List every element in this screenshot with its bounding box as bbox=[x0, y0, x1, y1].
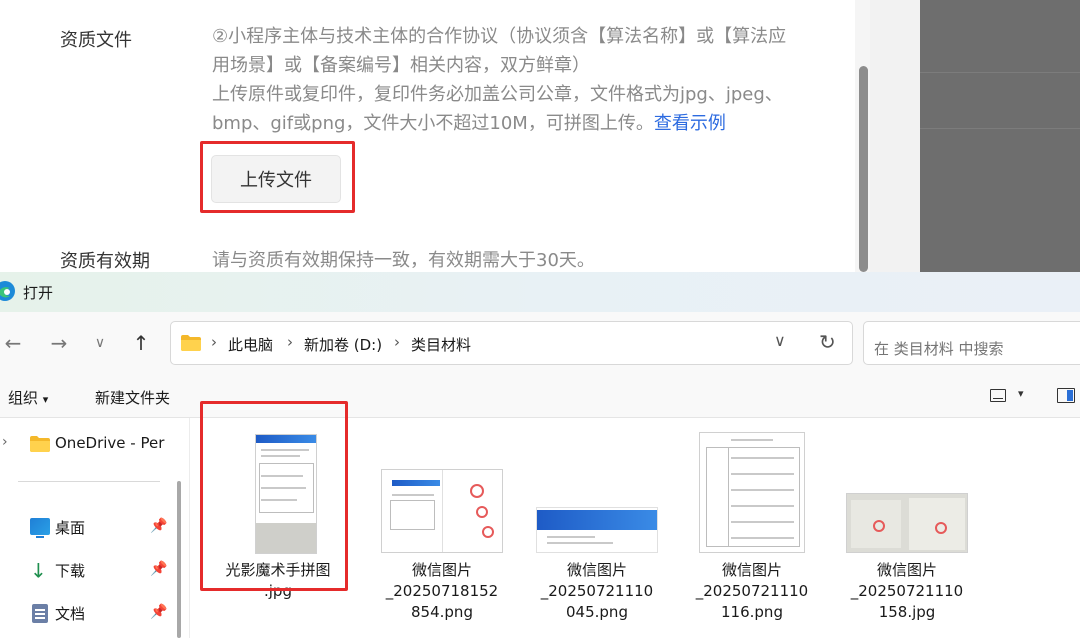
address-dropdown-chevron-icon[interactable]: ∨ bbox=[774, 331, 786, 350]
file-list: 光影魔术手拼图 .jpg 微信图片 _20250718152 854.png 微… bbox=[190, 401, 1080, 638]
file-name: 微信图片 _20250721110 158.jpg bbox=[850, 561, 964, 621]
address-bar[interactable]: › 此电脑 › 新加卷 (D:) › 类目材料 ∨ ↻ bbox=[170, 321, 853, 365]
breadcrumb-drive-d[interactable]: 新加卷 (D:) bbox=[304, 334, 382, 355]
pin-icon[interactable]: 📌 bbox=[150, 604, 167, 620]
pin-icon[interactable]: 📌 bbox=[150, 561, 167, 577]
back-arrow-icon[interactable]: ← bbox=[0, 330, 26, 356]
file-name: 微信图片 _20250718152 854.png bbox=[385, 561, 499, 621]
nav-item-label: 下载 bbox=[55, 562, 86, 580]
download-icon: ↑ bbox=[30, 558, 47, 582]
file-thumbnail bbox=[381, 469, 503, 553]
file-thumbnail bbox=[255, 434, 317, 554]
view-example-link[interactable]: 查看示例 bbox=[654, 113, 726, 134]
page-gutter bbox=[870, 0, 920, 272]
nav-item-documents[interactable]: 文档 📌 bbox=[0, 595, 180, 629]
validity-description: 请与资质有效期保持一致，有效期需大于30天。 bbox=[212, 250, 595, 271]
web-form-page: 资质文件 ②小程序主体与技术主体的合作协议（协议须含【算法名称】或【算法应 用场… bbox=[0, 0, 1080, 272]
up-arrow-icon[interactable]: ↑ bbox=[128, 330, 154, 356]
file-thumbnail bbox=[846, 493, 968, 553]
nav-divider bbox=[18, 481, 160, 482]
desktop-icon bbox=[30, 518, 50, 538]
dialog-toolbar: 组织 ▾ 新建文件夹 ▾ bbox=[0, 374, 1080, 418]
desc-line-4-text: bmp、gif或png，文件大小不超过10M，可拼图上传。 bbox=[212, 113, 654, 134]
nav-pane-scrollbar[interactable] bbox=[177, 481, 181, 638]
document-icon bbox=[32, 604, 48, 623]
dialog-title: 打开 bbox=[23, 284, 54, 302]
recent-locations-chevron-icon[interactable]: ∨ bbox=[87, 330, 113, 356]
nav-item-label: OneDrive - Per bbox=[55, 434, 165, 452]
breadcrumb-separator-icon: › bbox=[394, 333, 400, 351]
organize-label: 组织 bbox=[8, 389, 39, 407]
navigation-pane: › OneDrive - Per 桌面 📌 ↑ 下载 📌 文档 📌 bbox=[0, 418, 190, 638]
breadcrumb-separator-icon: › bbox=[287, 333, 293, 351]
nav-item-label: 文档 bbox=[55, 605, 86, 623]
desc-line-3: 上传原件或复印件，复印件务必加盖公司公章，文件格式为jpg、jpeg、 bbox=[212, 84, 783, 105]
qualification-label: 资质文件 bbox=[60, 30, 132, 51]
nav-item-downloads[interactable]: ↑ 下载 📌 bbox=[0, 552, 180, 586]
pin-icon[interactable]: 📌 bbox=[150, 518, 167, 534]
validity-label: 资质有效期 bbox=[60, 251, 150, 272]
open-file-dialog: 打开 ← → ∨ ↑ › 此电脑 › 新加卷 (D:) › 类目材料 ∨ ↻ 组… bbox=[0, 272, 1080, 638]
navigation-row: ← → ∨ ↑ › 此电脑 › 新加卷 (D:) › 类目材料 ∨ ↻ bbox=[0, 312, 1080, 374]
file-thumbnail bbox=[536, 507, 658, 553]
dialog-titlebar[interactable]: 打开 bbox=[0, 272, 1080, 312]
new-folder-button[interactable]: 新建文件夹 bbox=[95, 387, 170, 408]
expand-chevron-icon[interactable]: › bbox=[2, 434, 8, 450]
search-input[interactable] bbox=[863, 321, 1080, 365]
organize-menu[interactable]: 组织 ▾ bbox=[8, 387, 48, 408]
file-name: 光影魔术手拼图 .jpg bbox=[225, 561, 331, 600]
organize-chevron-icon: ▾ bbox=[42, 393, 49, 406]
folder-icon bbox=[181, 335, 201, 351]
breadcrumb-category-folder[interactable]: 类目材料 bbox=[411, 334, 471, 355]
qualification-description: ②小程序主体与技术主体的合作协议（协议须含【算法名称】或【算法应 用场景】或【备… bbox=[212, 22, 822, 138]
file-name: 微信图片 _20250721110 116.png bbox=[695, 561, 809, 621]
nav-item-desktop[interactable]: 桌面 📌 bbox=[0, 509, 180, 543]
desc-line-1: ②小程序主体与技术主体的合作协议（协议须含【算法名称】或【算法应 bbox=[212, 26, 787, 47]
background-overlay bbox=[920, 0, 1080, 272]
folder-icon bbox=[30, 436, 50, 452]
forward-arrow-icon[interactable]: → bbox=[46, 330, 72, 356]
desc-line-4: bmp、gif或png，文件大小不超过10M，可拼图上传。查看示例 bbox=[212, 109, 822, 138]
view-mode-chevron-icon[interactable]: ▾ bbox=[1018, 387, 1024, 400]
page-scrollbar-thumb[interactable] bbox=[859, 66, 868, 272]
desc-line-2: 用场景】或【备案编号】相关内容，双方鲜章） bbox=[212, 55, 590, 76]
edge-browser-icon bbox=[0, 281, 15, 301]
upload-file-button[interactable]: 上传文件 bbox=[211, 155, 341, 203]
nav-item-label: 桌面 bbox=[55, 519, 86, 537]
nav-item-onedrive[interactable]: › OneDrive - Per bbox=[0, 426, 180, 460]
file-name: 微信图片 _20250721110 045.png bbox=[540, 561, 654, 621]
file-thumbnail bbox=[699, 432, 805, 553]
view-mode-icon[interactable] bbox=[990, 389, 1006, 402]
breadcrumb-this-pc[interactable]: 此电脑 bbox=[228, 334, 273, 355]
breadcrumb-separator-icon: › bbox=[211, 333, 217, 351]
refresh-icon[interactable]: ↻ bbox=[819, 330, 836, 354]
preview-pane-icon[interactable] bbox=[1057, 388, 1075, 403]
